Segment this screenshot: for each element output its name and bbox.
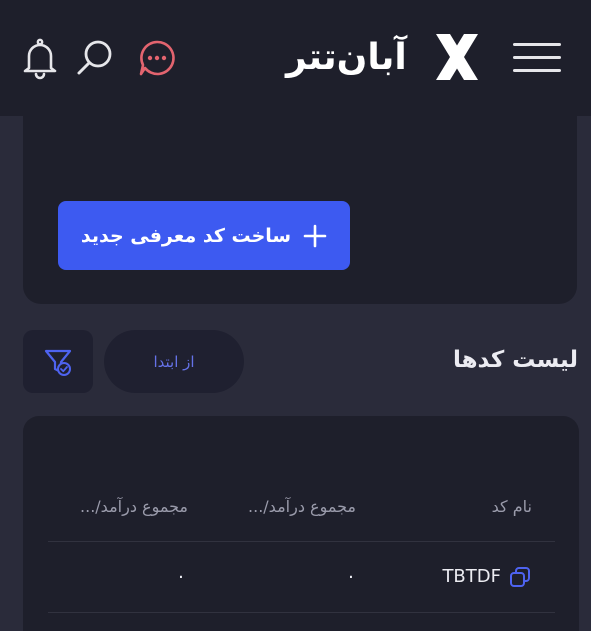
codes-list-title: لیست کدها [452,347,578,373]
table-divider [48,612,555,613]
table-row[interactable]: TBTDF ۰ ۰ [48,542,555,612]
brand-name: آبان‌تتر [286,37,407,78]
code-cell: TBTDF [442,542,531,612]
search-icon[interactable] [75,38,115,78]
create-button-label: ساخت کد معرفی جدید [80,224,292,247]
copy-icon[interactable] [509,566,531,588]
column-header-total-income-1: مجموع درآمد/... [248,497,356,516]
code-name: TBTDF [442,566,501,587]
x-logo-icon [436,34,478,80]
filter-button[interactable] [23,330,93,393]
column-header-code-name: نام کد [491,497,532,516]
brand-logo[interactable]: آبان‌تتر [286,30,486,86]
column-header-total-income-2: مجموع درآمد/... [80,497,188,516]
create-referral-code-button[interactable]: ساخت کد معرفی جدید [58,201,350,270]
filter-icon [44,349,72,376]
app-header: آبان‌تتر [0,0,591,116]
chat-icon[interactable] [137,38,177,78]
plus-icon [303,224,327,247]
total-income-1-value: ۰ [346,566,356,587]
sort-order-button[interactable]: از ابتدا [104,330,244,393]
bell-icon[interactable] [22,38,58,80]
total-income-2-value: ۰ [176,566,186,587]
menu-icon[interactable] [513,43,561,73]
